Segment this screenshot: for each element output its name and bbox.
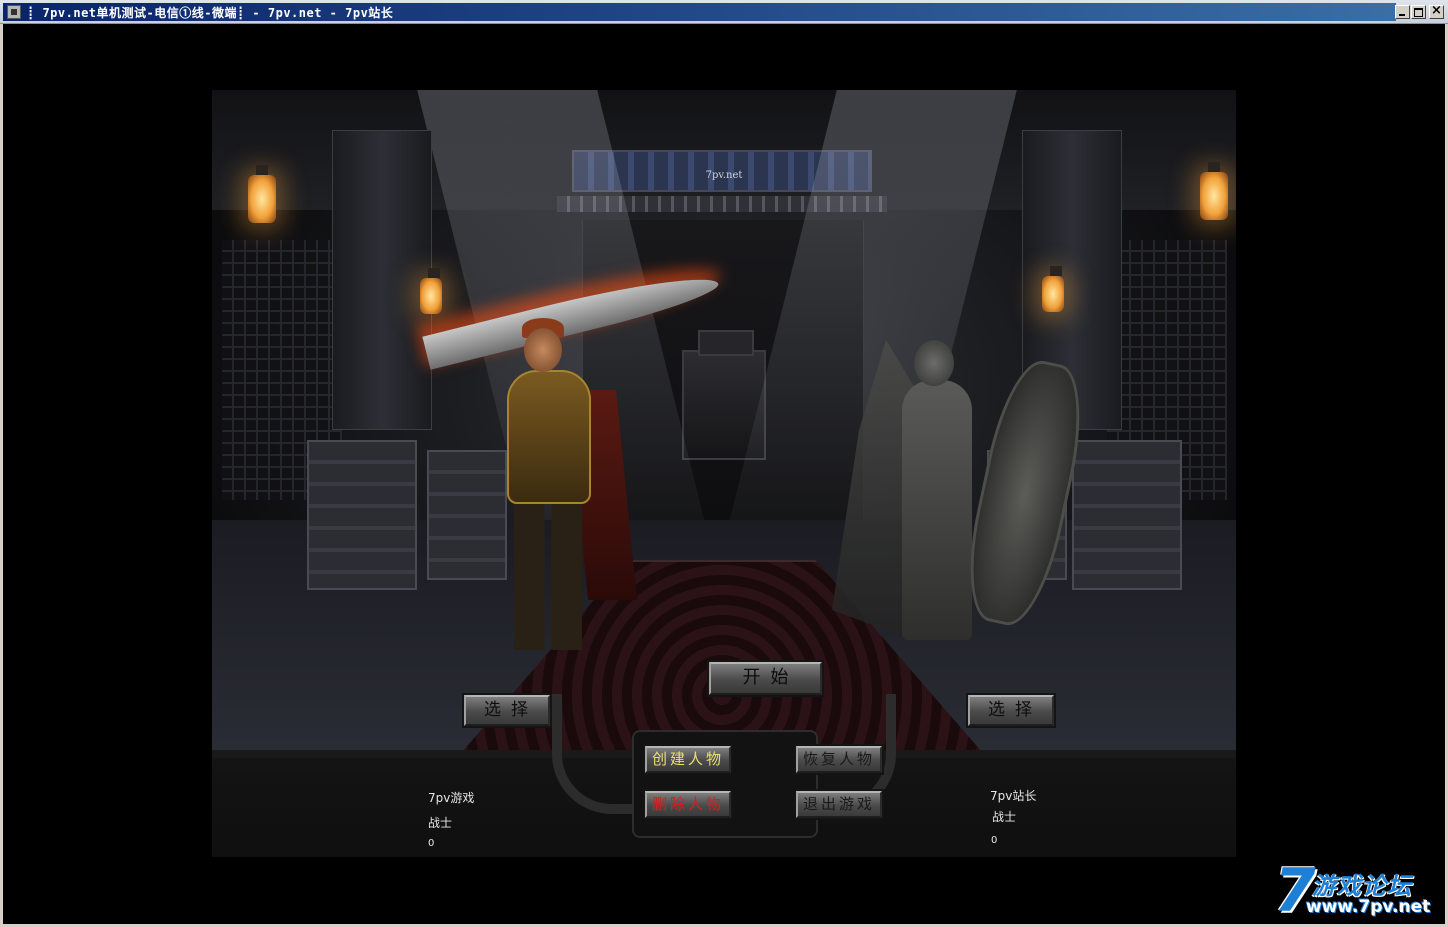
- character-level-right: 0: [991, 835, 998, 846]
- close-button[interactable]: [1429, 5, 1444, 19]
- warrior-head: [524, 328, 562, 372]
- character-job-left: 战士: [428, 816, 453, 830]
- lantern-icon: [420, 268, 442, 314]
- create-character-button[interactable]: 创建人物: [645, 746, 731, 773]
- character-name-left: 7pv游戏: [428, 791, 475, 805]
- select-right-button[interactable]: 选择: [968, 695, 1054, 726]
- lantern-icon: [1042, 266, 1064, 312]
- watermark-url: www.7pv.net: [1306, 897, 1431, 917]
- select-left-button[interactable]: 选择: [464, 695, 550, 726]
- maximize-button[interactable]: [1411, 5, 1426, 19]
- character-job-right: 战士: [992, 810, 1017, 824]
- title-bar-active: ┋ 7pv.net单机测试-电信①线-微端┋ - 7pv.net - 7pv站长: [3, 3, 1396, 21]
- game-viewport[interactable]: 7pv.net 开始 选择 选择 创建人物 恢复人物 删除人物 退出游戏 7pv…: [212, 90, 1236, 857]
- window-border-left: [0, 24, 3, 927]
- statue-head: [914, 340, 954, 386]
- delete-character-button[interactable]: 删除人物: [645, 791, 731, 818]
- lantern-icon: [248, 165, 276, 223]
- warrior-legs: [514, 500, 582, 650]
- character-level-left: 0: [428, 838, 435, 849]
- server-name-label: 7pv.net: [705, 170, 743, 181]
- character-name-right: 7pv站长: [990, 789, 1037, 803]
- warrior-character[interactable]: [422, 264, 722, 660]
- restore-character-button[interactable]: 恢复人物: [796, 746, 882, 773]
- warrior-armor: [507, 370, 591, 504]
- stone-statue-character[interactable]: [832, 320, 1095, 660]
- statue-body: [902, 380, 972, 640]
- minimize-button[interactable]: [1395, 5, 1410, 19]
- pillar-base-right: [1072, 440, 1182, 590]
- window-title-bar[interactable]: ┋ 7pv.net单机测试-电信①线-微端┋ - 7pv.net - 7pv站长: [0, 0, 1448, 24]
- palace-scene: 7pv.net: [212, 90, 1236, 750]
- window-title: ┋ 7pv.net单机测试-电信①线-微端┋ - 7pv.net - 7pv站长: [27, 6, 394, 20]
- site-watermark-logo: 7 游戏论坛 www.7pv.net: [1270, 856, 1440, 926]
- start-button[interactable]: 开始: [709, 662, 822, 695]
- quit-game-button[interactable]: 退出游戏: [796, 791, 882, 818]
- app-icon[interactable]: [7, 5, 21, 19]
- watermark-forum-text: 游戏论坛: [1312, 872, 1412, 900]
- pillar-base-left: [307, 440, 417, 590]
